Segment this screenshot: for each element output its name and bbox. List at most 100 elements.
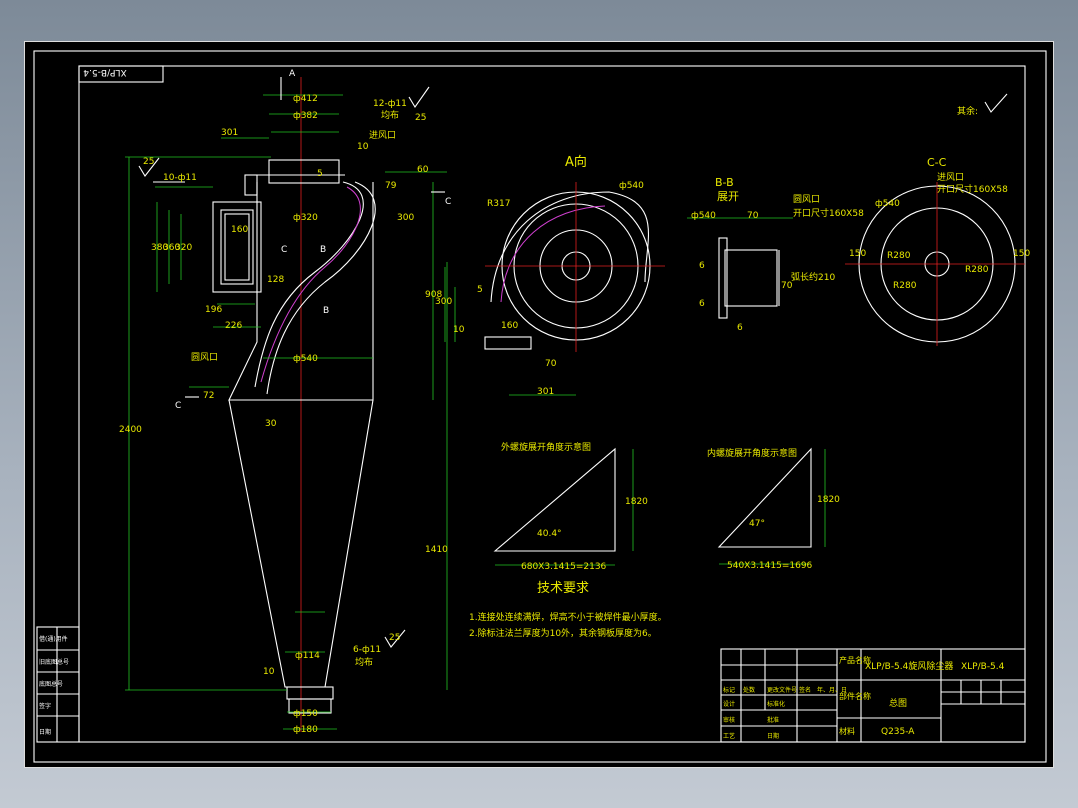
row-3: 签名 bbox=[799, 686, 811, 694]
row-6: 标准化 bbox=[767, 700, 785, 708]
technical-notes: 技术要求 1.连接处连续满焊，焊高不小于被焊件最小厚度。 2.除标注法兰厚度为1… bbox=[469, 581, 667, 639]
note-1: 1.连接处连续满焊，焊高不小于被焊件最小厚度。 bbox=[469, 611, 667, 623]
view-a-160: 160 bbox=[501, 321, 518, 331]
view-a-title: A向 bbox=[565, 154, 587, 170]
section-a-mark: A bbox=[289, 69, 296, 79]
drawing-code-rotated: XLP/B-5.4 bbox=[83, 67, 127, 77]
product-name: XLP/B-5.4旋风除尘器 bbox=[865, 660, 953, 672]
dim-412: ф412 bbox=[293, 94, 318, 104]
view-cc-note-0: 进风口 bbox=[937, 172, 964, 183]
dim-114: ф114 bbox=[295, 651, 320, 661]
strip-label-2: 底图总号 bbox=[39, 680, 63, 688]
view-bb-title: B-B bbox=[715, 176, 734, 189]
round-outlet-label: 圆风口 bbox=[191, 352, 218, 363]
dim-12-11: 12-ф11 bbox=[373, 99, 407, 109]
outer-spiral-triangle: 外螺旋展开角度示意图 40.4° 1820 680X3.1415=2136 bbox=[493, 441, 648, 572]
view-a-5: 5 bbox=[477, 285, 483, 295]
view-bb-6a: 6 bbox=[699, 261, 705, 271]
title-block: 产品名称 XLP/B-5.4旋风除尘器 XLP/B-5.4 部件名称 总图 材料… bbox=[720, 648, 1026, 743]
note-2: 2.除标注法兰厚度为10外，其余钢板厚度为6。 bbox=[469, 627, 657, 639]
row-10: 日期 bbox=[767, 732, 779, 740]
dim-junbu-top: 均布 bbox=[381, 109, 399, 121]
view-bb-6b: 6 bbox=[699, 299, 705, 309]
row-0: 标记 bbox=[723, 686, 735, 694]
view-bb-6c: 6 bbox=[737, 323, 743, 333]
section-c-inner: C bbox=[281, 245, 287, 255]
outer-triangle-angle: 40.4° bbox=[537, 529, 562, 539]
dim-128: 128 bbox=[267, 275, 284, 285]
row-8: 工艺 bbox=[723, 732, 735, 740]
dim-25-top: 25 bbox=[415, 113, 426, 123]
dim-25-bottom: 25 bbox=[389, 633, 400, 643]
view-a-r317: R317 bbox=[487, 199, 510, 209]
material-label: 材料 bbox=[839, 726, 855, 736]
outer-triangle-title: 外螺旋展开角度示意图 bbox=[501, 441, 591, 453]
dim-226: 226 bbox=[225, 321, 242, 331]
view-a-301: 301 bbox=[537, 387, 554, 397]
inner-triangle-base: 540X3.1415=1696 bbox=[727, 561, 813, 571]
outer-triangle-height: 1820 bbox=[625, 497, 648, 507]
view-bb-note-1: 开口尺寸160X58 bbox=[793, 207, 864, 219]
dim-10-bottom: 10 bbox=[263, 667, 275, 677]
drawing-canvas: XLP/B-5.4 借(通)用件 旧底图总号 底图总号 签字 日期 A C B … bbox=[33, 50, 1047, 763]
view-a-300: 300 bbox=[435, 297, 452, 307]
strip-label-1: 旧底图总号 bbox=[39, 658, 69, 666]
dim-25-left: 25 bbox=[143, 157, 154, 167]
dim-5: 5 bbox=[317, 169, 323, 179]
dim-72: 72 bbox=[203, 391, 214, 401]
row-7: 审核 bbox=[723, 716, 735, 724]
row-2: 更改文件号 bbox=[767, 686, 797, 694]
section-c-mark-2: C bbox=[175, 401, 181, 411]
view-a-10: 10 bbox=[453, 325, 465, 335]
row-4: 年、月、日 bbox=[817, 686, 847, 694]
dim-180: ф180 bbox=[293, 725, 318, 735]
inner-triangle-title: 内螺旋展开角度示意图 bbox=[707, 447, 797, 459]
part-name: 总图 bbox=[889, 697, 907, 709]
inner-border bbox=[78, 65, 1026, 743]
inner-triangle-height: 1820 bbox=[817, 495, 840, 505]
view-cc-r280a: R280 bbox=[887, 251, 911, 261]
dim-60: 60 bbox=[417, 165, 429, 175]
strip-label-0: 借(通)用件 bbox=[39, 635, 68, 643]
view-bb-70: 70 bbox=[747, 211, 759, 221]
dim-301: 301 bbox=[221, 128, 238, 138]
view-cc-r280b: R280 bbox=[965, 265, 989, 275]
inner-spiral-triangle: 内螺旋展开角度示意图 47° 1820 540X3.1415=1696 bbox=[707, 447, 840, 571]
row-5: 设计 bbox=[723, 700, 735, 708]
drawing-number: XLP/B-5.4 bbox=[961, 662, 1005, 672]
view-bb-note-0: 圆风口 bbox=[793, 194, 820, 205]
outer-border bbox=[33, 50, 1047, 763]
left-strip: 借(通)用件 旧底图总号 底图总号 签字 日期 bbox=[36, 626, 80, 743]
inner-triangle-angle: 47° bbox=[749, 519, 765, 529]
view-cc-r280c: R280 bbox=[893, 281, 917, 291]
dim-1410: 1410 bbox=[425, 545, 448, 555]
view-a-540: ф540 bbox=[619, 181, 644, 191]
dim-300: 300 bbox=[397, 213, 414, 223]
view-a: A向 R317 ф540 5 300 10 160 70 301 bbox=[435, 154, 665, 397]
view-cc-note-1: 开口尺寸160X58 bbox=[937, 183, 1008, 195]
section-b-mark: B bbox=[323, 306, 329, 316]
row-1: 处数 bbox=[743, 686, 755, 694]
view-bb-subtitle: 展开 bbox=[717, 190, 739, 203]
strip-label-4: 日期 bbox=[39, 728, 51, 736]
dim-6-11: 6-ф11 bbox=[353, 645, 381, 655]
dim-10-11: 10-ф11 bbox=[163, 173, 197, 183]
section-b-inner: B bbox=[320, 245, 326, 255]
dim-196: 196 bbox=[205, 305, 222, 315]
cad-viewport[interactable]: XLP/B-5.4 借(通)用件 旧底图总号 底图总号 签字 日期 A C B … bbox=[24, 41, 1054, 768]
view-bb: B-B 展开 ф540 70 6 6 70 6 圆风口 开口尺寸160X58 弧… bbox=[687, 176, 864, 333]
view-cc-150a: 150 bbox=[849, 249, 866, 259]
dim-junbu-bottom: 均布 bbox=[355, 656, 373, 668]
dim-2400: 2400 bbox=[119, 425, 142, 435]
notes-heading: 技术要求 bbox=[537, 581, 589, 596]
dim-320: ф320 bbox=[293, 213, 318, 223]
other-mark: 其余: bbox=[957, 105, 978, 117]
dim-10: 10 bbox=[357, 142, 369, 152]
view-cc-540: ф540 bbox=[875, 199, 900, 209]
outer-triangle-base: 680X3.1415=2136 bbox=[521, 562, 607, 572]
row-9: 批准 bbox=[767, 716, 779, 724]
dim-30: 30 bbox=[265, 419, 277, 429]
section-c-mark: C bbox=[445, 197, 451, 207]
view-bb-540: ф540 bbox=[691, 211, 716, 221]
view-cc-150b: 150 bbox=[1013, 249, 1030, 259]
